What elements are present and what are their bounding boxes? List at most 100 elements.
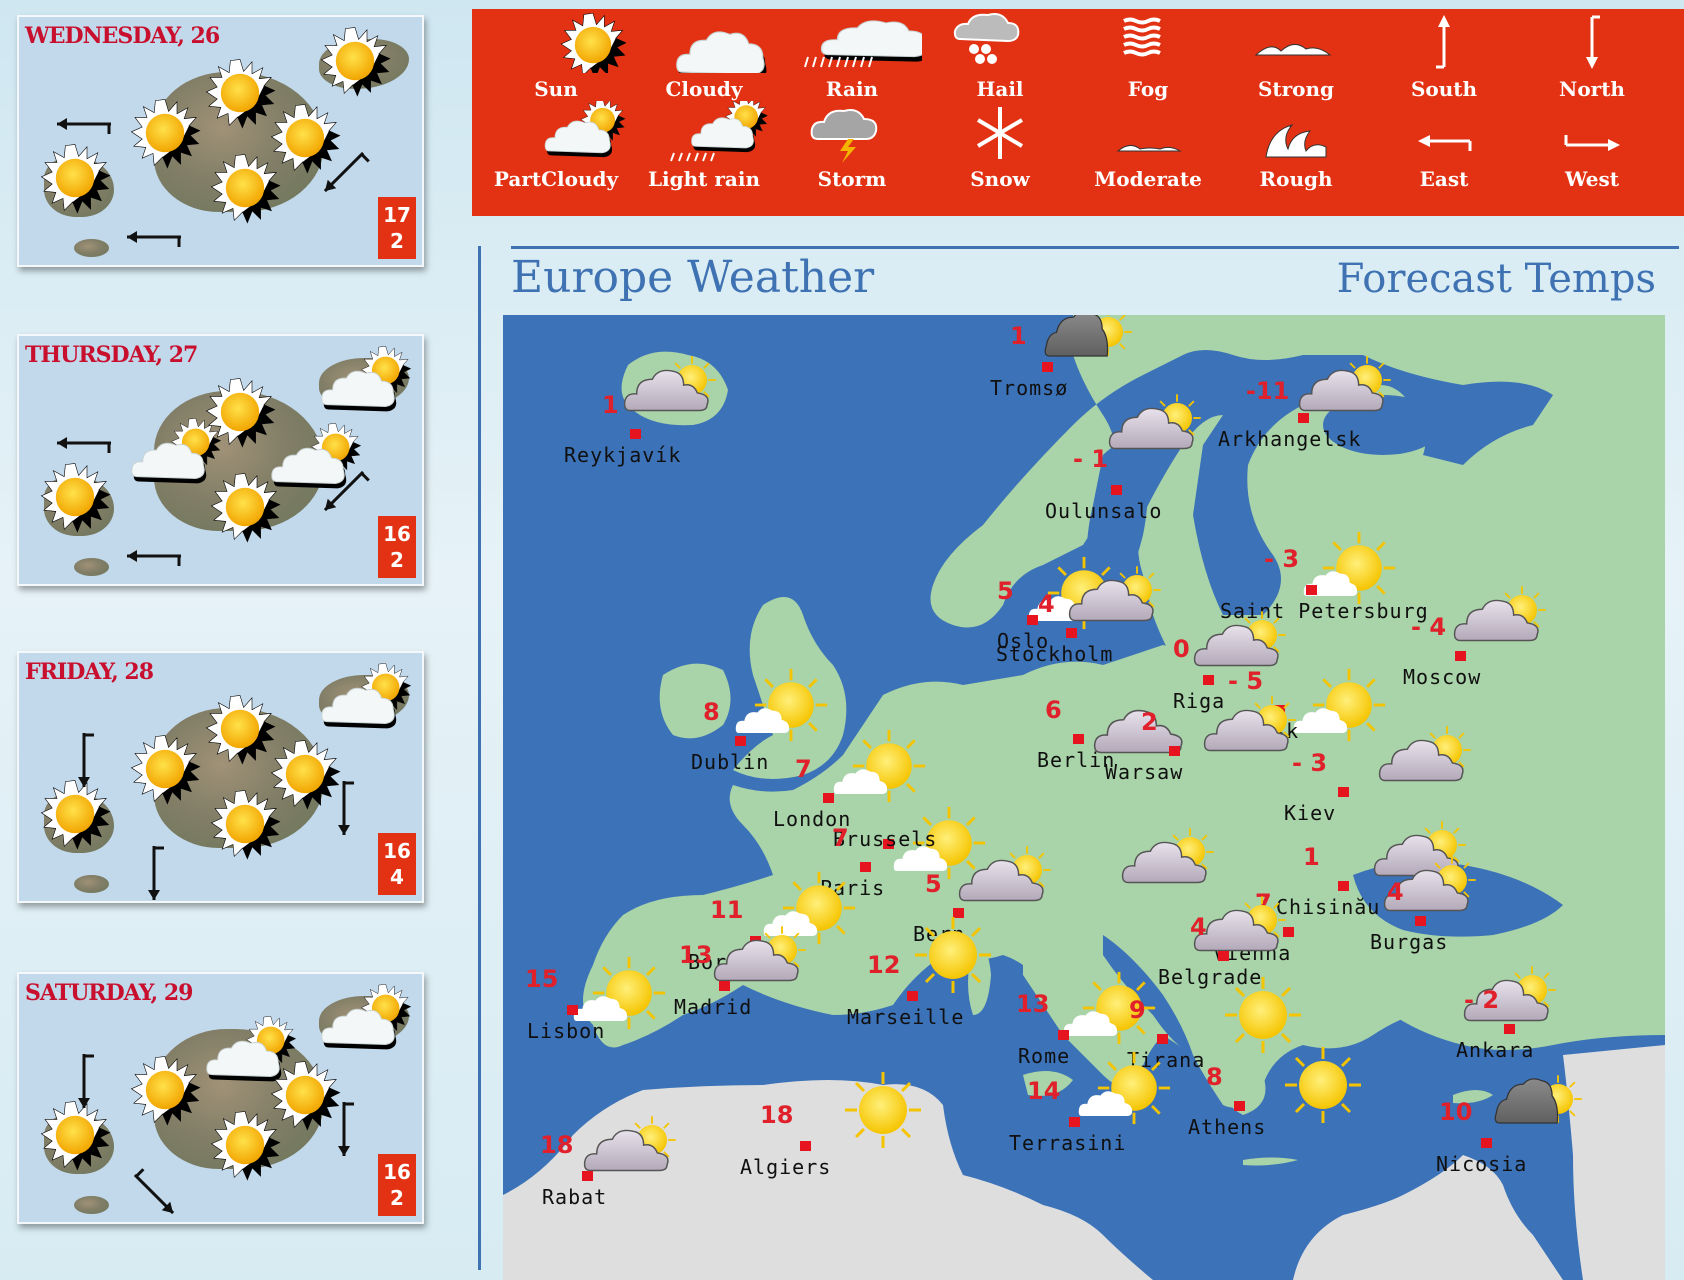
europe-map[interactable]: 1 Reykjavík 1 Tromsø -11 Arkhangelsk - 1 Ouluns… <box>503 315 1665 1280</box>
city-dot[interactable] <box>567 1005 578 1015</box>
card-day-title: WEDNESDAY, 26 <box>25 23 220 49</box>
sun-icon <box>319 25 391 97</box>
max-temp: 17 <box>383 203 411 227</box>
city-dot[interactable] <box>800 1141 811 1151</box>
city-name: Kiev <box>1284 801 1337 825</box>
island-formentera <box>74 1196 109 1214</box>
city-dot[interactable] <box>1218 951 1229 961</box>
city-dot[interactable] <box>1504 1024 1515 1034</box>
light-rain-icon <box>319 982 411 1052</box>
city-temp: 1 <box>1303 843 1320 871</box>
city-dot[interactable] <box>1306 585 1317 595</box>
legend-item-sun: Sun <box>486 15 626 101</box>
legend-icon-wrap <box>1078 105 1218 167</box>
legend-label: East <box>1419 167 1469 191</box>
city-dot[interactable] <box>907 991 918 1001</box>
card-day-title: THURSDAY, 27 <box>25 342 198 368</box>
legend-label: South <box>1410 77 1478 101</box>
city-temp: 7 <box>832 824 849 852</box>
legend-item-cloudy: Cloudy <box>634 15 774 101</box>
city-dot[interactable] <box>630 429 641 439</box>
sun-icon <box>129 1054 201 1126</box>
legend-icon-wrap <box>634 15 774 77</box>
city-dot[interactable] <box>582 1171 593 1181</box>
city-name: Dublin <box>691 750 770 774</box>
legend-label: Rough <box>1259 167 1333 191</box>
city-dot[interactable] <box>719 981 730 991</box>
sun-icon <box>209 788 281 860</box>
temp-range-badge: 17 2 <box>378 197 416 259</box>
city-name: Berlin <box>1037 748 1116 772</box>
forecast-card[interactable]: WEDNESDAY, 26 17 2 <box>17 15 424 267</box>
legend-item-hail: Hail <box>930 13 1070 101</box>
forecast-card[interactable]: THURSDAY, 27 16 2 <box>17 334 424 586</box>
city-dot[interactable] <box>1073 734 1084 744</box>
island-formentera <box>74 558 109 576</box>
city-dot[interactable] <box>823 793 834 803</box>
legend-label: Hail <box>976 77 1024 101</box>
city-dot[interactable] <box>1066 628 1077 638</box>
city-dot[interactable] <box>735 736 746 746</box>
legend-icon-wrap <box>486 105 626 167</box>
temp-range-badge: 16 4 <box>378 833 416 895</box>
city-dot[interactable] <box>1338 881 1349 891</box>
legend-item-light-rain: Light rain <box>634 105 774 191</box>
city-dot[interactable] <box>1415 916 1426 926</box>
city-dot[interactable] <box>1169 746 1180 756</box>
legend-item-snow: Snow <box>930 105 1070 191</box>
forecast-card[interactable]: SATURDAY, 29 16 2 <box>17 972 424 1224</box>
city-dot[interactable] <box>1203 675 1214 685</box>
legend-item-wind-west: West <box>1522 105 1662 191</box>
city-dot[interactable] <box>1157 1034 1168 1044</box>
max-temp: 16 <box>383 1160 411 1184</box>
city-name: Warsaw <box>1105 760 1184 784</box>
snow-icon <box>930 101 1070 167</box>
city-name: Reykjavík <box>564 443 682 467</box>
legend-item-part-cloudy: PartCloudy <box>486 105 626 191</box>
legend-label: West <box>1564 167 1620 191</box>
city-temp: 5 <box>925 870 942 898</box>
rain-icon <box>782 11 922 77</box>
city-temp: 4 <box>1038 590 1055 618</box>
weather-legend: Sun Cloudy Rain Hail Fog Strong South North Part… <box>472 9 1684 216</box>
sun-icon <box>204 57 276 129</box>
hail-icon <box>930 11 1070 77</box>
cloudy-sun-icon <box>1203 695 1303 779</box>
city-dot[interactable] <box>1058 1030 1069 1040</box>
city-temp: 1 <box>1010 322 1027 350</box>
city-temp: 11 <box>710 896 744 924</box>
city-dot[interactable] <box>1027 615 1038 625</box>
legend-label: North <box>1559 77 1625 101</box>
city-dot[interactable] <box>1234 1101 1245 1111</box>
sun-icon <box>129 97 201 169</box>
city-dot[interactable] <box>1338 787 1349 797</box>
min-temp: 2 <box>390 1186 404 1210</box>
legend-label: Strong <box>1257 77 1335 101</box>
city-dot[interactable] <box>1111 485 1122 495</box>
legend-item-wind-east: East <box>1374 105 1514 191</box>
wind-arrow-north-icon <box>49 1046 119 1120</box>
city-dot[interactable] <box>1455 651 1466 661</box>
legend-label: Light rain <box>647 167 761 191</box>
legend-label: Storm <box>817 167 887 191</box>
city-dot[interactable] <box>1481 1138 1492 1148</box>
city-name: Oulunsalo <box>1045 499 1163 523</box>
forecast-card[interactable]: FRIDAY, 28 16 4 <box>17 651 424 903</box>
city-temp: 14 <box>1027 1077 1061 1105</box>
sun-icon <box>486 11 626 77</box>
legend-icon-wrap <box>1374 105 1514 167</box>
wind-arrow-north-west-icon <box>119 1159 189 1222</box>
legend-icon-wrap <box>486 15 626 77</box>
city-dot[interactable] <box>1298 413 1309 423</box>
city-dot[interactable] <box>1069 1117 1080 1127</box>
city-dot[interactable] <box>1042 362 1053 372</box>
wind-arrow-east-icon <box>119 202 189 265</box>
city-temp: 6 <box>1045 696 1062 724</box>
legend-item-sea-rough: Rough <box>1226 105 1366 191</box>
sun-cloud-icon <box>833 728 933 812</box>
part-cloudy-icon <box>486 101 626 167</box>
fog-icon <box>1078 11 1218 77</box>
part-cloudy-icon <box>319 661 411 731</box>
city-temp: 0 <box>1173 635 1190 663</box>
legend-item-sea-moderate: Moderate <box>1078 105 1218 191</box>
